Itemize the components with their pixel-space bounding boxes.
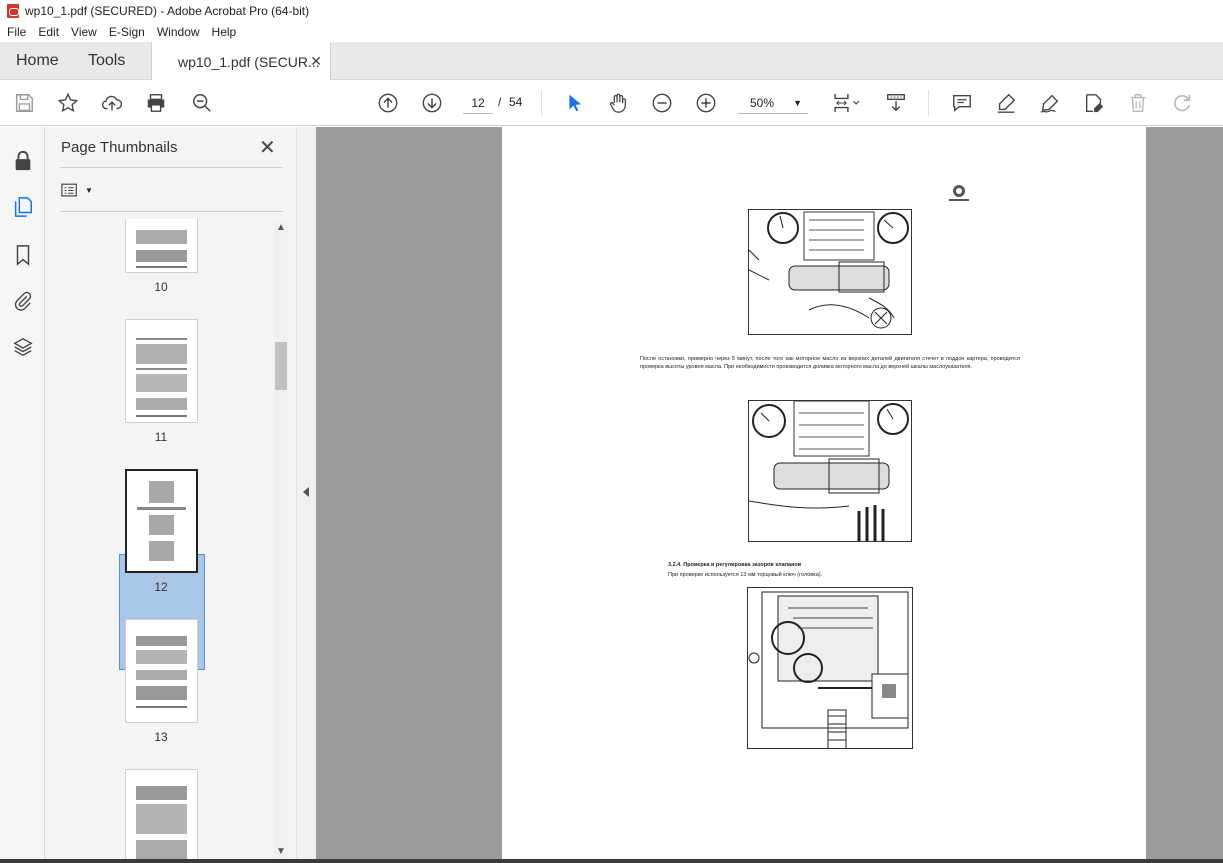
section-heading: 3.2.4. Проверка и регулировка зазоров кл… (668, 562, 802, 568)
page-fit-icon[interactable] (830, 91, 864, 115)
select-cursor-icon[interactable] (562, 91, 586, 115)
window-title: wp10_1.pdf (SECURED) - Adobe Acrobat Pro… (25, 4, 310, 18)
page-total: 54 (509, 95, 523, 109)
tab-home[interactable]: Home (16, 42, 59, 80)
thumbnails-scrollbar[interactable]: ▲ ▼ (274, 220, 288, 860)
attachment-paperclip-icon[interactable] (11, 289, 35, 313)
menu-window[interactable]: Window (150, 25, 205, 39)
zoom-out-icon[interactable] (650, 91, 674, 115)
hand-tool-icon[interactable] (606, 91, 630, 115)
tab-document-label: wp10_1.pdf (SECUR... (178, 53, 320, 70)
valve-clearance-figure (747, 587, 913, 749)
tab-bar: Home Tools wp10_1.pdf (SECUR... ✕ (0, 42, 1223, 81)
save-icon[interactable] (12, 91, 36, 115)
scroll-mode-icon[interactable] (884, 91, 908, 115)
next-page-icon[interactable] (420, 91, 444, 115)
collapse-arrow-icon (303, 487, 309, 497)
sign-pen-icon[interactable] (1038, 91, 1062, 115)
toolbar-divider (928, 90, 929, 116)
upload-cloud-icon[interactable] (100, 91, 124, 115)
highlight-pen-icon[interactable] (994, 91, 1018, 115)
zoom-in-icon[interactable] (694, 91, 718, 115)
page-thumbnail[interactable] (125, 319, 198, 423)
menu-file[interactable]: File (0, 25, 31, 39)
comment-icon[interactable] (950, 91, 974, 115)
toolbar-divider (541, 90, 542, 116)
acrobat-pdf-icon (7, 4, 19, 18)
previous-page-icon[interactable] (376, 91, 400, 115)
bookmark-icon[interactable] (11, 243, 35, 267)
paragraph-valve-tool: При проверке используется 13 мм торцовый… (668, 572, 823, 578)
list-options-icon (61, 183, 77, 196)
menu-view[interactable]: View (64, 25, 102, 39)
page-number-input[interactable]: 12 (463, 92, 493, 114)
engine-oil-level-figure-2 (748, 400, 912, 542)
engine-oil-level-figure-1 (748, 209, 912, 335)
document-viewport[interactable]: После остановки, примерно через 5 минут,… (316, 127, 1223, 863)
redo-icon[interactable] (1170, 91, 1194, 115)
close-tab-icon[interactable]: ✕ (310, 53, 322, 70)
collapse-panel-handle[interactable] (296, 127, 316, 863)
main-toolbar: 12 / 54 50% ▼ (0, 80, 1223, 126)
thumbnail-label: 13 (154, 730, 168, 744)
chevron-down-icon: ▼ (85, 185, 93, 195)
zoom-search-icon[interactable] (190, 91, 214, 115)
scroll-down-arrow-icon[interactable]: ▼ (276, 846, 286, 857)
taskbar-edge (0, 859, 1223, 863)
thumbnail-label: 10 (154, 280, 168, 294)
zoom-level-select[interactable]: 50% ▼ (738, 92, 808, 114)
menu-esign[interactable]: E-Sign (102, 25, 150, 39)
scroll-up-arrow-icon[interactable]: ▲ (276, 222, 286, 233)
tab-document[interactable]: wp10_1.pdf (SECUR... ✕ (151, 42, 331, 81)
manufacturer-logo (949, 185, 969, 201)
pdf-page: После остановки, примерно через 5 минут,… (502, 127, 1146, 863)
close-panel-icon[interactable]: ✕ (259, 135, 276, 160)
paragraph-oil-check: После остановки, примерно через 5 минут,… (640, 356, 1020, 370)
page-thumbnail[interactable] (125, 619, 198, 723)
menu-help[interactable]: Help (205, 25, 242, 39)
left-navigation-rail (0, 127, 45, 863)
zoom-level-value: 50% (750, 96, 775, 110)
page-thumbnails-panel: Page Thumbnails ✕ ▼ 10 11 12 13 ▲ ▼ (45, 127, 296, 863)
chevron-down-icon: ▼ (793, 98, 802, 108)
tab-tools[interactable]: Tools (88, 42, 125, 80)
page-thumbnail[interactable] (125, 219, 198, 273)
thumbnail-label: 12 (154, 580, 168, 594)
page-separator: / (498, 95, 502, 109)
title-bar: wp10_1.pdf (SECURED) - Adobe Acrobat Pro… (0, 0, 1223, 22)
menu-bar: File Edit View E-Sign Window Help (0, 22, 1223, 42)
edit-document-icon[interactable] (1082, 91, 1106, 115)
lock-icon[interactable] (11, 149, 35, 173)
page-thumbnail-current[interactable] (125, 469, 198, 573)
delete-trash-icon[interactable] (1126, 91, 1150, 115)
layers-icon[interactable] (11, 335, 35, 359)
star-icon[interactable] (56, 91, 80, 115)
page-thumbnails-icon[interactable] (11, 195, 35, 219)
divider (60, 167, 283, 168)
thumbnail-options-button[interactable]: ▼ (61, 179, 101, 201)
menu-edit[interactable]: Edit (31, 25, 64, 39)
thumbnail-label: 11 (154, 430, 168, 444)
page-thumbnail[interactable] (125, 769, 198, 859)
panel-title: Page Thumbnails (61, 139, 178, 156)
thumbnails-list: 10 11 12 13 (45, 219, 277, 859)
divider (60, 211, 283, 212)
scrollbar-thumb[interactable] (275, 342, 287, 390)
print-icon[interactable] (144, 91, 168, 115)
